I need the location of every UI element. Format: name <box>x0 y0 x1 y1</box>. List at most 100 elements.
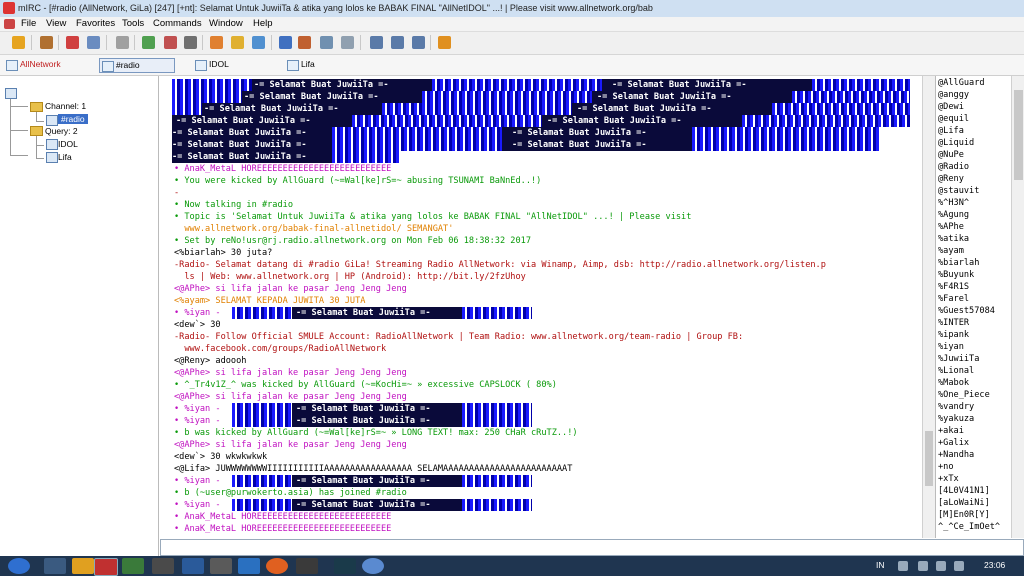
nick-item[interactable]: %Buyunk <box>938 270 974 280</box>
nick-item[interactable]: %yakuza <box>938 414 974 424</box>
nick-item[interactable]: +Galix <box>938 438 969 448</box>
received-files-icon[interactable] <box>252 36 265 49</box>
channel-list-icon[interactable] <box>87 36 100 49</box>
dcc-chat-icon[interactable] <box>231 36 244 49</box>
menu-favorites[interactable]: Favorites <box>76 18 115 29</box>
taskbar-app-icon[interactable] <box>182 558 204 574</box>
nick-item[interactable]: %iyan <box>938 342 964 352</box>
tray-flag-icon[interactable] <box>954 561 964 571</box>
tray-arrow-icon[interactable] <box>898 561 908 571</box>
colors-icon[interactable] <box>184 36 197 49</box>
tile-horizontal-icon[interactable] <box>391 36 404 49</box>
connect-icon[interactable] <box>12 36 25 49</box>
nick-item[interactable]: %One_Piece <box>938 390 990 400</box>
taskbar-media-icon[interactable] <box>296 558 318 574</box>
switch-query-lifa[interactable]: Lifa <box>285 58 351 71</box>
taskbar-firefox-icon[interactable] <box>266 558 288 574</box>
nick-item[interactable]: [M]En0R[Y] <box>938 510 990 520</box>
nick-item[interactable]: [aLoWaiNi] <box>938 498 990 508</box>
tray-volume-icon[interactable] <box>936 561 946 571</box>
logs-icon[interactable] <box>279 36 292 49</box>
favorites-icon[interactable] <box>66 36 79 49</box>
tray-clock[interactable]: 23:06 <box>984 560 1005 570</box>
nick-item[interactable]: %biarlah <box>938 258 979 268</box>
about-icon[interactable] <box>438 36 451 49</box>
nick-item[interactable]: @Radio <box>938 162 969 172</box>
taskbar-app-icon[interactable] <box>210 558 232 574</box>
nick-item[interactable]: ^_^Ce_ImOet^ <box>938 522 1000 532</box>
notify-icon[interactable] <box>298 36 311 49</box>
nick-item[interactable]: +xTx <box>938 474 959 484</box>
taskbar-photoshop-icon[interactable] <box>238 558 260 574</box>
nick-item[interactable]: %INTER <box>938 318 969 328</box>
taskbar-app-icon[interactable] <box>122 558 144 574</box>
tray-language[interactable]: IN <box>876 560 885 570</box>
taskbar-audition-icon[interactable] <box>334 558 356 574</box>
address-book-icon[interactable] <box>116 36 129 49</box>
tree-query-lifa[interactable]: Lifa <box>58 152 72 162</box>
nick-item[interactable]: %ayam <box>938 246 964 256</box>
help-icon[interactable] <box>341 36 354 49</box>
nick-item[interactable]: @NuPe <box>938 150 964 160</box>
menu-window[interactable]: Window <box>209 18 243 29</box>
nick-item[interactable]: @stauvit <box>938 186 979 196</box>
nick-item[interactable]: +Nandha <box>938 450 974 460</box>
nick-item[interactable]: @Lifa <box>938 126 964 136</box>
tree-query-idol[interactable]: IDOL <box>58 139 78 149</box>
menu-view[interactable]: View <box>46 18 66 29</box>
tree-channels-label[interactable]: Channel: 1 <box>45 101 86 111</box>
nick-item[interactable]: @Dewi <box>938 102 964 112</box>
tile-vertical-icon[interactable] <box>412 36 425 49</box>
nick-item[interactable]: @AllGuard <box>938 78 985 88</box>
nick-item[interactable]: @Reny <box>938 174 964 184</box>
nick-item[interactable]: @equil <box>938 114 969 124</box>
switch-query-idol[interactable]: IDOL <box>193 58 259 71</box>
switch-network[interactable]: AllNetwork <box>4 58 88 71</box>
nick-item[interactable]: [4L0V41N1] <box>938 486 990 496</box>
nick-item[interactable]: %APhe <box>938 222 964 232</box>
nick-item[interactable]: @Liquid <box>938 138 974 148</box>
nick-item[interactable]: %Mabok <box>938 378 969 388</box>
dcc-send-icon[interactable] <box>210 36 223 49</box>
scripts-icon[interactable] <box>142 36 155 49</box>
network-node-icon[interactable] <box>5 88 17 99</box>
nick-item[interactable]: @anggy <box>938 90 969 100</box>
tray-network-icon[interactable] <box>918 561 928 571</box>
menu-help[interactable]: Help <box>253 18 273 29</box>
chat-scrollbar[interactable] <box>922 76 935 538</box>
message-input[interactable] <box>160 539 1024 556</box>
tree-queries-label[interactable]: Query: 2 <box>45 126 78 136</box>
menu-commands[interactable]: Commands <box>153 18 202 29</box>
start-button-icon[interactable] <box>8 558 30 574</box>
menu-file[interactable]: File <box>21 18 36 29</box>
cascade-icon[interactable] <box>370 36 383 49</box>
chat-line: • AnaK_MetaL HOREEEEEEEEEEEEEEEEEEEEEEEE… <box>174 164 392 174</box>
nick-item[interactable]: %ipank <box>938 330 969 340</box>
nicklist-scrollbar[interactable] <box>1011 76 1024 538</box>
scroll-thumb[interactable] <box>925 431 933 486</box>
url-catcher-icon[interactable] <box>320 36 333 49</box>
nick-item[interactable]: %Farel <box>938 294 969 304</box>
taskbar-explorer-icon[interactable] <box>44 558 66 574</box>
nick-item[interactable]: %^H3N^ <box>938 198 969 208</box>
nick-item[interactable]: %JuwiiTa <box>938 354 979 364</box>
nick-item[interactable]: +no <box>938 462 954 472</box>
taskbar-paint-icon[interactable] <box>362 558 384 574</box>
switch-channel-radio[interactable]: #radio <box>99 58 175 73</box>
nick-item[interactable]: %Guest57084 <box>938 306 995 316</box>
tree-channel-radio[interactable]: #radio <box>58 114 88 124</box>
nick-item[interactable]: +akai <box>938 426 964 436</box>
nick-item[interactable]: %atika <box>938 234 969 244</box>
taskbar-mirc-icon[interactable] <box>94 558 118 576</box>
taskbar-app-icon[interactable] <box>152 558 174 574</box>
options-icon[interactable] <box>40 36 53 49</box>
menu-tools[interactable]: Tools <box>122 18 144 29</box>
system-menu-icon[interactable] <box>4 19 15 29</box>
nick-item[interactable]: %Lional <box>938 366 974 376</box>
nick-item[interactable]: %vandry <box>938 402 974 412</box>
nick-item[interactable]: %Agung <box>938 210 969 220</box>
timer-icon[interactable] <box>164 36 177 49</box>
nick-item[interactable]: %F4R1S <box>938 282 969 292</box>
taskbar-folder-icon[interactable] <box>72 558 94 574</box>
scroll-thumb[interactable] <box>1014 90 1023 180</box>
